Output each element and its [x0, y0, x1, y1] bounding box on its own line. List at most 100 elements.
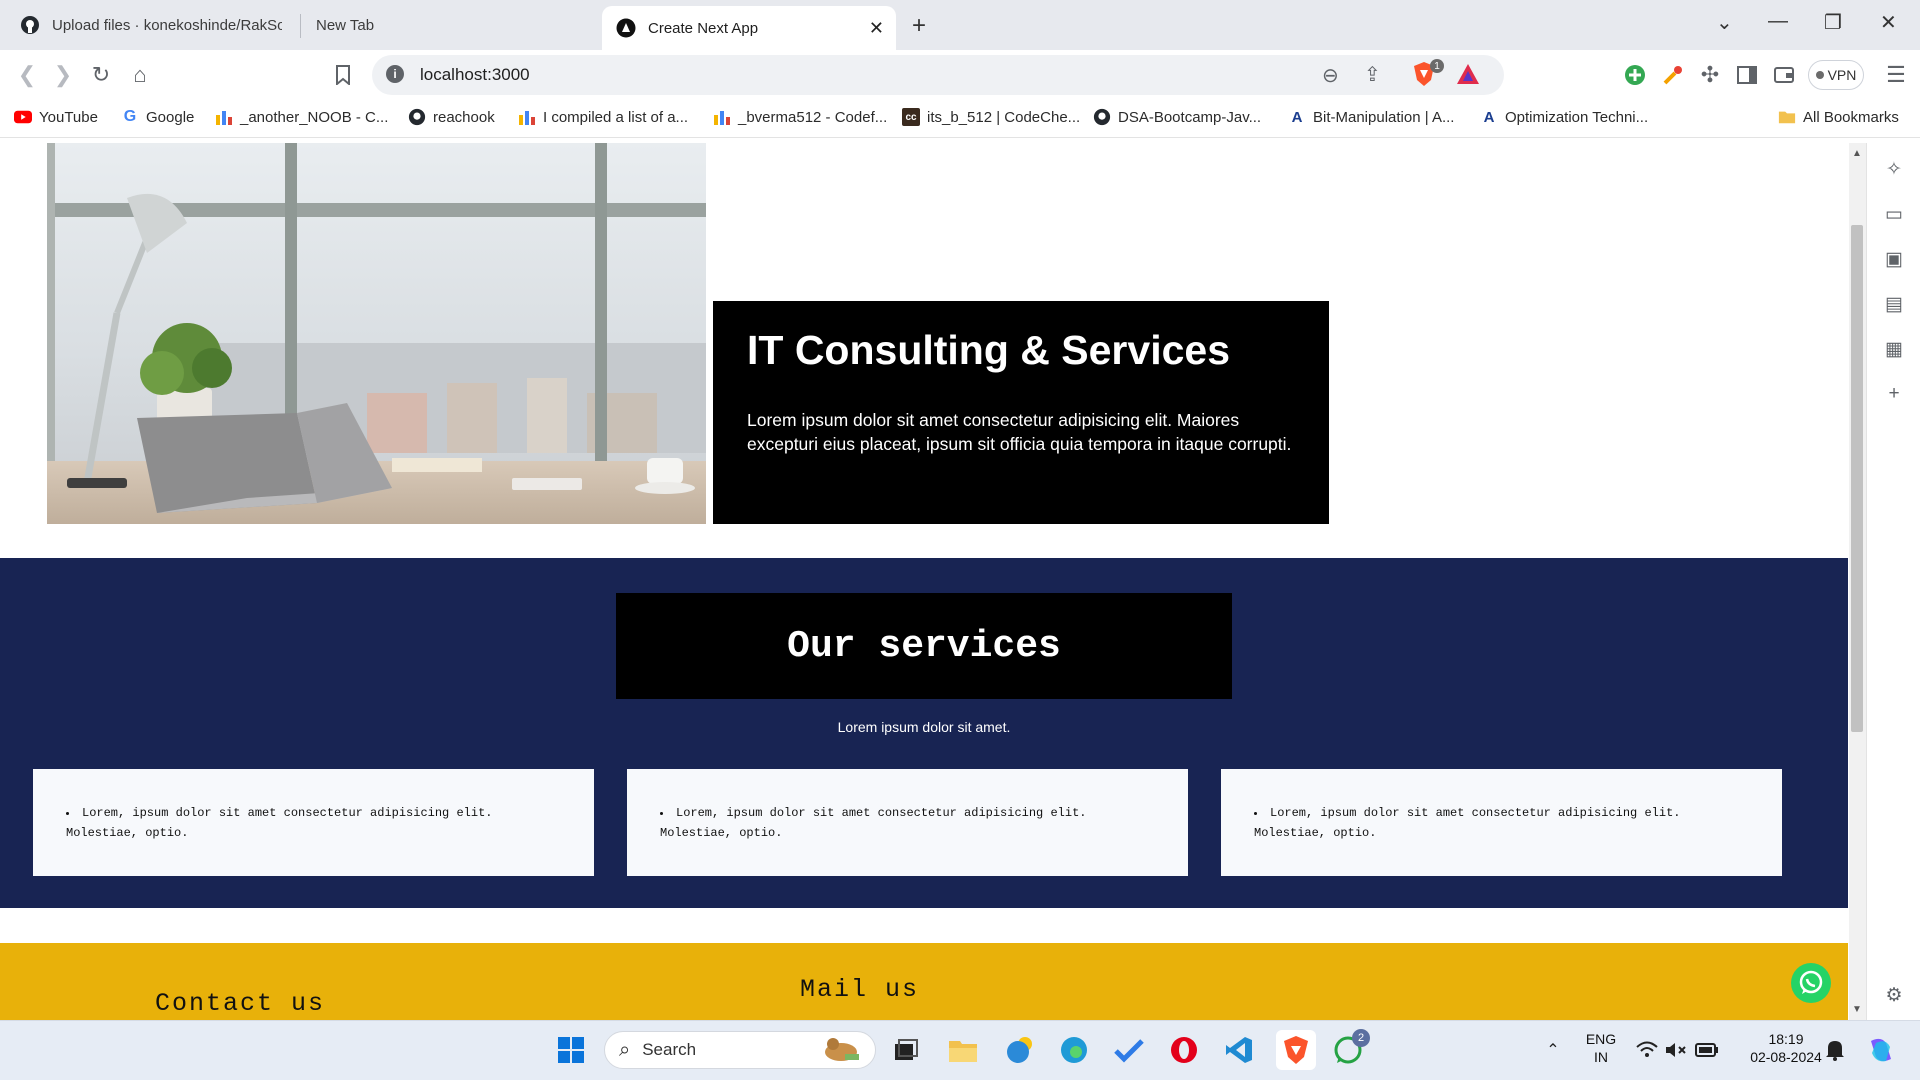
- file-explorer-icon[interactable]: [946, 1033, 980, 1067]
- whatsapp-unread-badge: 2: [1352, 1029, 1370, 1047]
- bookmark-label: Bit-Manipulation | A...: [1313, 108, 1455, 126]
- contact-title: Contact us: [155, 989, 326, 1018]
- vpn-label: VPN: [1827, 67, 1857, 83]
- taskbar-search-label: Search: [642, 1040, 697, 1059]
- bookmark-label: Optimization Techni...: [1505, 108, 1649, 126]
- bookmark-youtube[interactable]: YouTube: [14, 108, 98, 126]
- tab-search-chevron-icon[interactable]: ⌄: [1716, 10, 1733, 35]
- show-hidden-icons-chevron-icon[interactable]: ⌃: [1536, 1033, 1570, 1067]
- bookmark-optimization[interactable]: A Optimization Techni...: [1480, 108, 1649, 126]
- share-icon[interactable]: ⇪: [1364, 62, 1381, 87]
- forward-arrow-icon[interactable]: ❯: [50, 62, 76, 88]
- tab-title: New Tab: [316, 16, 375, 34]
- tabs-panel-icon[interactable]: ▭: [1882, 202, 1906, 226]
- restore-button[interactable]: ❐: [1824, 10, 1842, 35]
- tab-github-upload[interactable]: Upload files · konekoshinde/RakSoft: [6, 6, 296, 44]
- todo-app-icon[interactable]: [1112, 1033, 1146, 1067]
- google-icon: G: [123, 108, 137, 125]
- add-panel-icon[interactable]: +: [1882, 382, 1906, 406]
- scroll-down-arrow-icon[interactable]: ▼: [1852, 1004, 1862, 1015]
- wallet-panel-icon[interactable]: ▣: [1882, 247, 1906, 271]
- chart-bars-icon: [518, 108, 536, 126]
- chart-bars-icon: [713, 108, 731, 126]
- vscode-icon[interactable]: [1222, 1033, 1256, 1067]
- vpn-button[interactable]: VPN: [1808, 60, 1864, 90]
- service-card: Lorem, ipsum dolor sit amet consectetur …: [33, 769, 594, 876]
- bookmark-google[interactable]: G Google: [121, 108, 195, 126]
- home-icon[interactable]: ⌂: [127, 62, 153, 88]
- copilot-icon[interactable]: [1864, 1033, 1898, 1067]
- bookmark-another-noob[interactable]: _another_NOOB - C...: [215, 108, 388, 126]
- algo-icon: A: [1483, 108, 1495, 126]
- minimize-button[interactable]: —: [1768, 10, 1788, 33]
- chart-bars-icon: [215, 108, 233, 126]
- site-info-icon[interactable]: i: [386, 65, 404, 83]
- close-tab-icon[interactable]: ✕: [869, 18, 884, 39]
- edge-icon[interactable]: [1057, 1033, 1091, 1067]
- new-tab-button[interactable]: +: [912, 12, 926, 40]
- bookmark-bverma-codeforces[interactable]: _bverma512 - Codef...: [713, 108, 887, 126]
- bookmarks-panel-icon[interactable]: ▤: [1882, 292, 1906, 316]
- bookmark-icon[interactable]: [330, 62, 356, 88]
- bookmark-bit-manipulation[interactable]: A Bit-Manipulation | A...: [1288, 108, 1455, 126]
- clock-date: 02-08-2024: [1750, 1049, 1822, 1065]
- vpn-status-dot-icon: [1815, 71, 1824, 79]
- opera-icon[interactable]: [1167, 1033, 1201, 1067]
- reload-icon[interactable]: ↻: [88, 62, 114, 88]
- battery-icon[interactable]: [1690, 1033, 1724, 1067]
- tab-create-next-app[interactable]: Create Next App ✕: [602, 6, 896, 50]
- bookmark-compiled-list[interactable]: I compiled a list of a...: [518, 108, 688, 126]
- weather-widget-icon[interactable]: [1003, 1033, 1037, 1067]
- mail-title: Mail us: [800, 975, 920, 1004]
- contact-section: Contact us Mail us: [0, 943, 1848, 1020]
- search-highlight-icon: [821, 1034, 861, 1067]
- all-bookmarks-button[interactable]: All Bookmarks: [1778, 108, 1899, 126]
- bookmark-label: Google: [146, 108, 195, 126]
- windows-start-icon[interactable]: [554, 1033, 588, 1067]
- address-bar[interactable]: i localhost:3000 ⊖ ⇪ 1: [372, 55, 1504, 95]
- clock[interactable]: 18:19 02-08-2024: [1746, 1030, 1826, 1066]
- leo-ai-icon[interactable]: ✧: [1882, 157, 1906, 181]
- wallet-icon[interactable]: [1771, 62, 1797, 88]
- algo-icon: A: [1291, 108, 1303, 126]
- extension-plus-icon[interactable]: [1622, 62, 1648, 88]
- service-card-text: Lorem, ipsum dolor sit amet consectetur …: [66, 803, 561, 843]
- menu-hamburger-icon[interactable]: ☰: [1883, 62, 1909, 88]
- bookmark-label: its_b_512 | CodeChe...: [927, 108, 1081, 126]
- task-view-icon[interactable]: [889, 1033, 923, 1067]
- browser-side-panel: [1866, 143, 1920, 1020]
- scrollbar-thumb[interactable]: [1851, 225, 1863, 732]
- taskbar-search[interactable]: ⌕ Search: [604, 1031, 876, 1069]
- whatsapp-float-button[interactable]: [1791, 963, 1831, 1003]
- tab-divider: [300, 14, 301, 38]
- tab-new-tab[interactable]: New Tab: [302, 6, 600, 44]
- url-text[interactable]: localhost:3000: [420, 65, 530, 85]
- hero-card: IT Consulting & Services Lorem ipsum dol…: [713, 301, 1329, 524]
- bookmark-reachook[interactable]: reachook: [408, 108, 495, 126]
- sidebar-toggle-icon[interactable]: [1734, 62, 1760, 88]
- back-arrow-icon[interactable]: ❮: [14, 62, 40, 88]
- volume-muted-icon[interactable]: [1659, 1033, 1693, 1067]
- bookmark-dsa-bootcamp[interactable]: DSA-Bootcamp-Jav...: [1093, 108, 1261, 126]
- github-icon: [20, 15, 40, 35]
- clock-time: 18:19: [1768, 1031, 1804, 1047]
- zoom-icon[interactable]: ⊖: [1322, 63, 1339, 88]
- language-indicator[interactable]: ENG IN: [1584, 1030, 1618, 1066]
- codechef-icon: cc: [902, 108, 920, 126]
- notification-bell-icon[interactable]: [1818, 1033, 1852, 1067]
- hero-image: [47, 143, 706, 524]
- brave-taskbar-icon[interactable]: [1276, 1030, 1316, 1070]
- whatsapp-icon: [1799, 970, 1823, 994]
- all-bookmarks-label: All Bookmarks: [1803, 108, 1899, 126]
- bookmark-label: _another_NOOB - C...: [240, 108, 389, 126]
- side-panel-settings-icon[interactable]: ⚙: [1882, 983, 1906, 1007]
- extensions-puzzle-icon[interactable]: ✣: [1697, 62, 1723, 88]
- reading-list-icon[interactable]: ▦: [1882, 337, 1906, 361]
- bookmark-label: reachook: [433, 108, 495, 126]
- bookmark-codechef[interactable]: cc its_b_512 | CodeChe...: [902, 108, 1080, 126]
- close-window-button[interactable]: ✕: [1880, 10, 1897, 35]
- services-section: Our services Lorem ipsum dolor sit amet.…: [0, 558, 1848, 908]
- brave-rewards-icon[interactable]: [1456, 63, 1480, 90]
- scroll-up-arrow-icon[interactable]: ▲: [1852, 148, 1862, 159]
- color-picker-extension-icon[interactable]: [1660, 62, 1686, 88]
